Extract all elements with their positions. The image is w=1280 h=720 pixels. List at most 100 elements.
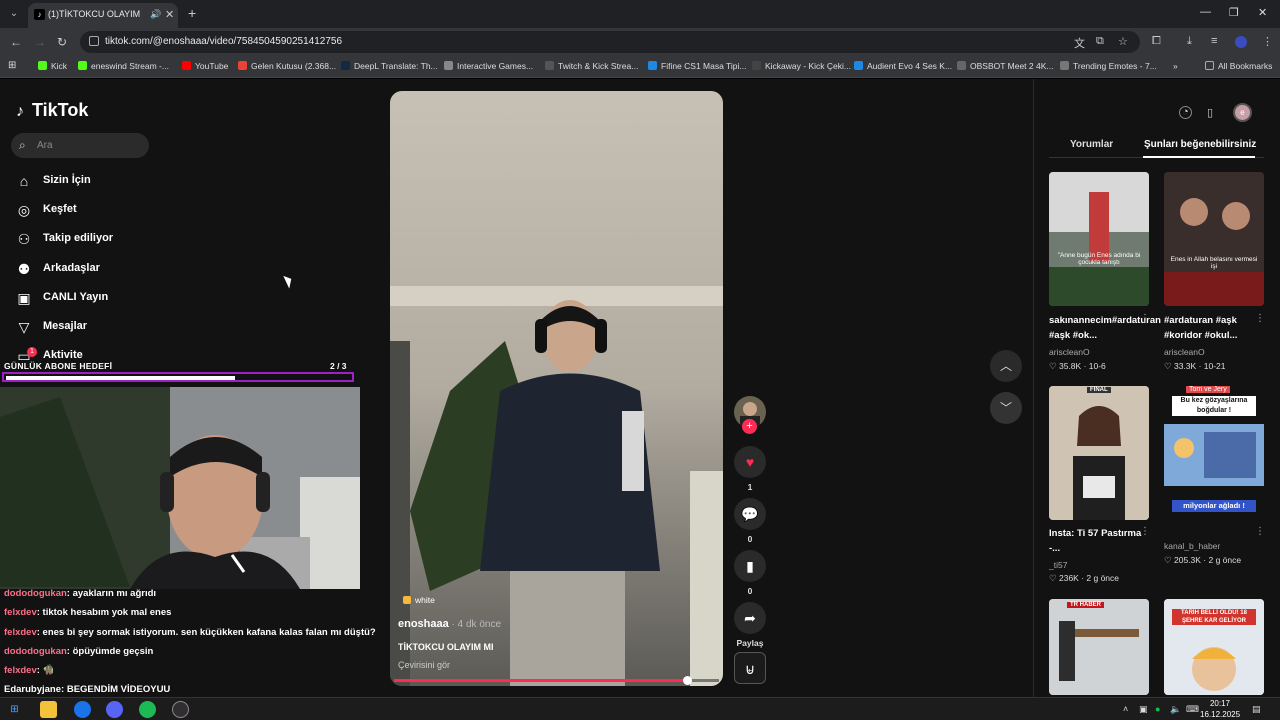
tray-chevron-icon[interactable]: ˄ — [1123, 704, 1128, 714]
recommended-title[interactable]: Insta: Ti 57 Pastırma -... — [1049, 526, 1144, 556]
bookmark-kick[interactable]: Kick — [38, 61, 67, 71]
bookmark-interactive-games[interactable]: Interactive Games... — [444, 61, 533, 71]
extensions-icon[interactable]: ⧠ — [1152, 35, 1161, 48]
download-icon[interactable]: ⤓ — [1187, 35, 1192, 48]
user-avatar[interactable]: e — [1233, 103, 1252, 122]
search-input[interactable]: ⌕ Ara — [11, 133, 149, 158]
recommended-thumbnail[interactable]: TR HABER — [1049, 599, 1149, 695]
close-window-icon[interactable]: ✕ — [1258, 6, 1267, 19]
recommended-thumbnail[interactable]: "Anne bugün Enes adında bi çocukla tanış… — [1049, 172, 1149, 306]
like-button[interactable]: ♥ — [734, 446, 766, 478]
volume-icon[interactable]: 🔈 — [1170, 704, 1181, 715]
spotify-icon[interactable] — [139, 701, 156, 718]
video-author[interactable]: enoshaaa · 4 dk önce — [398, 618, 501, 630]
url-field[interactable]: tiktok.com/@enoshaaa/video/7584504590251… — [80, 31, 1140, 53]
page-icon — [752, 61, 761, 70]
bookmark-deepl[interactable]: DeepL Translate: Th... — [341, 61, 438, 71]
device-icon[interactable]: ▯ — [1201, 104, 1219, 122]
discord-icon[interactable] — [106, 701, 123, 718]
tiktok-logo[interactable]: ♪ TikTok — [16, 100, 88, 121]
music-tag[interactable]: white — [403, 595, 435, 605]
chrome-icon[interactable] — [74, 701, 91, 718]
more-bookmarks-icon[interactable]: » — [1173, 61, 1178, 71]
tab-title: (1)TİKTOKCU OLAYIM MI | — [48, 9, 140, 19]
translate-icon[interactable]: 文 — [1074, 35, 1085, 51]
bookmark-obsbot[interactable]: OBSBOT Meet 2 4K... — [957, 61, 1053, 71]
new-tab-icon[interactable]: + — [188, 5, 196, 21]
thumbnail-image — [1049, 386, 1149, 520]
menu-dots-icon[interactable]: ⋮ — [1262, 35, 1273, 48]
speaker-icon[interactable]: 🔊 — [150, 9, 161, 20]
next-video-button[interactable]: ﹀ — [990, 392, 1022, 424]
video-progress-bar[interactable] — [394, 679, 687, 682]
messages-icon: ▽ — [18, 319, 30, 335]
more-options-icon[interactable]: ⋮ — [1140, 526, 1150, 537]
bookmark-trending-emotes[interactable]: Trending Emotes - 7... — [1060, 61, 1157, 71]
more-options-icon[interactable]: ⋮ — [1255, 313, 1265, 324]
recommended-author[interactable]: ariscleanO — [1049, 347, 1090, 357]
restore-icon[interactable]: ❐ — [1229, 6, 1239, 19]
site-info-icon[interactable] — [89, 36, 99, 46]
back-icon[interactable]: ← — [10, 35, 22, 49]
media-icon[interactable]: ≡ — [1211, 35, 1217, 47]
bookmark-star-icon[interactable]: ☆ — [1118, 35, 1128, 48]
recommended-author[interactable]: _ti57 — [1049, 560, 1067, 570]
bookmark-gmail[interactable]: Gelen Kutusu (2.368... — [238, 61, 336, 71]
share-button[interactable]: ➦ — [734, 602, 766, 634]
more-options-icon[interactable]: ⋮ — [1140, 313, 1150, 324]
tray-spotify-icon[interactable]: ● — [1155, 704, 1160, 714]
tab-comments[interactable]: Yorumlar — [1070, 139, 1113, 150]
notification-badge: 1 — [27, 347, 37, 357]
file-explorer-icon[interactable] — [40, 701, 57, 718]
comment-button[interactable]: 💬 — [734, 498, 766, 530]
windows-start-icon[interactable]: ⊞ — [6, 701, 23, 718]
forward-icon[interactable]: → — [34, 35, 46, 49]
bookmark-eneswind[interactable]: eneswind Stream -... — [78, 61, 169, 71]
recommended-author[interactable]: kanal_b_haber — [1164, 541, 1220, 551]
see-translation-link[interactable]: Çevirisini gör — [398, 660, 450, 670]
recommended-title[interactable]: sakınannecim#ardaturan #aşk #ok... — [1049, 313, 1161, 343]
friends-icon: ⚉ — [17, 261, 31, 277]
video-progress-knob[interactable] — [683, 676, 692, 685]
sticker-icon — [403, 596, 411, 604]
sound-disc-button[interactable]: ⊌ — [734, 652, 766, 684]
apps-grid-icon[interactable]: ⊞ — [8, 60, 16, 71]
follow-button[interactable]: + — [742, 419, 757, 434]
chevron-up-icon: ︿ — [999, 359, 1012, 373]
bookmark-audient[interactable]: Audient Evo 4 Ses K... — [854, 61, 952, 71]
explore-icon[interactable]: ◔ — [1179, 106, 1192, 119]
video-player[interactable]: white enoshaaa · 4 dk önce TİKTOKCU OLAY… — [390, 91, 723, 686]
obs-icon[interactable] — [172, 701, 189, 718]
profile-avatar[interactable] — [1235, 36, 1247, 48]
more-options-icon[interactable]: ⋮ — [1255, 526, 1265, 537]
bookmark-kickaway[interactable]: Kickaway - Kick Çeki... — [752, 61, 851, 71]
thumbnail-image — [1164, 172, 1264, 306]
recommended-thumbnail[interactable]: FİNAL — [1049, 386, 1149, 520]
tab-list-icon[interactable]: ⌄ — [6, 6, 22, 22]
thumbnail-overlay-text: "Anne bugün Enes adında bi çocukla tanış… — [1057, 252, 1141, 266]
bookmark-fifine[interactable]: Fifine CS1 Masa Tipi... — [648, 61, 747, 71]
bookmark-twitch-kick[interactable]: Twitch & Kick Strea... — [545, 61, 638, 71]
recommended-thumbnail[interactable]: TARİH BELLİ OLDU! 18 ŞEHRE KAR GELİYOR — [1164, 599, 1264, 695]
notifications-icon[interactable]: ▤ — [1252, 704, 1261, 715]
previous-video-button[interactable]: ︿ — [990, 350, 1022, 382]
browser-tab[interactable]: ♪ (1)TİKTOKCU OLAYIM MI | 🔊 ✕ — [28, 3, 178, 28]
tab-you-may-like[interactable]: Şunları beğenebilirsiniz — [1144, 139, 1256, 150]
reload-icon[interactable]: ↻ — [57, 35, 67, 49]
kick-icon — [78, 61, 87, 70]
close-tab-icon[interactable]: ✕ — [165, 8, 174, 21]
minimize-icon[interactable]: — — [1200, 6, 1211, 18]
recommended-author[interactable]: ariscleanO — [1164, 347, 1205, 357]
system-clock[interactable]: 20:17 16.12.2025 — [1200, 698, 1240, 720]
bookmark-youtube[interactable]: YouTube — [182, 61, 228, 71]
windows-taskbar: ⊞ ˄ ▣ ● 🔈 ⌨ 20:17 16.12.2025 ▤ — [0, 697, 1280, 720]
tray-app-icon[interactable]: ▣ — [1139, 704, 1148, 715]
recommended-thumbnail[interactable]: Tom ve Jery Bu kez gözyaşlarına boğdular… — [1164, 386, 1264, 520]
save-button[interactable]: ▮ — [734, 550, 766, 582]
all-bookmarks[interactable]: All Bookmarks — [1205, 61, 1272, 71]
recommended-title[interactable]: #ardaturan #aşk #koridor #okul... — [1164, 313, 1259, 343]
install-app-icon[interactable]: ⧉ — [1096, 35, 1104, 48]
recommended-thumbnail[interactable]: Enes in Allah belasını vermesi işi — [1164, 172, 1264, 306]
heart-outline-icon: ♡ — [1164, 361, 1174, 371]
network-icon[interactable]: ⌨ — [1186, 704, 1199, 715]
